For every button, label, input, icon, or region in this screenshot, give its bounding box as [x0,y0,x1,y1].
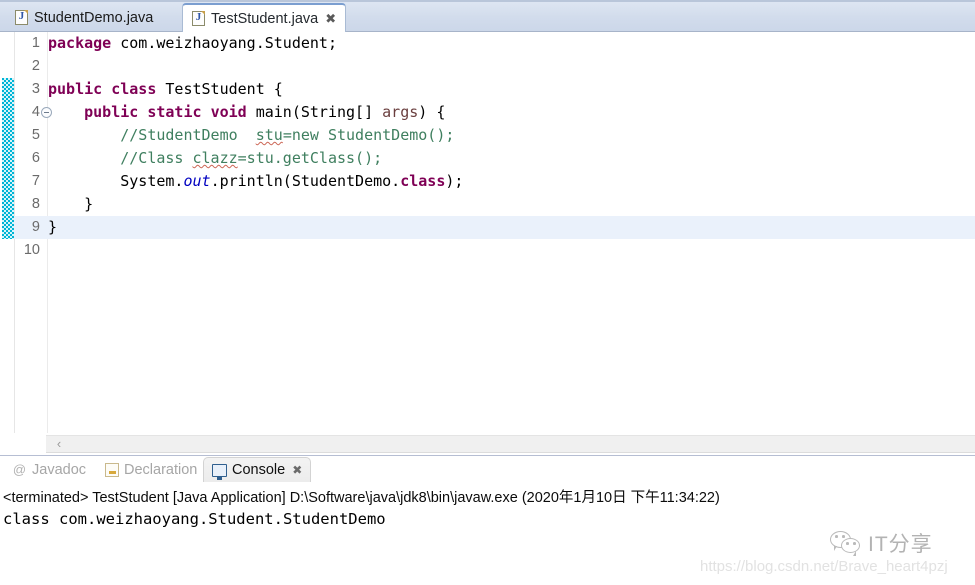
at-icon: @ [12,462,27,477]
line-content: public class TestStudent { [48,80,283,98]
console-icon [212,463,227,480]
console-output-area[interactable]: <terminated> TestStudent [Java Applicati… [0,482,975,585]
line-number: 7 [31,173,40,189]
code-line: 7 System.out.println(StudentDemo.class); [14,170,975,193]
close-icon[interactable]: ✖ [292,464,302,476]
line-content: package com.weizhaoyang.Student; [48,34,337,52]
change-bar-marker [2,78,14,239]
bottom-panel-tab-bar: @ Javadoc Declaration Console ✖ [0,456,975,482]
line-number: 3 [31,81,40,97]
tab-label: Declaration [124,461,198,478]
editor-tab-bar: StudentDemo.java TestStudent.java ✖ [0,0,975,32]
declaration-icon [105,462,119,477]
code-line: 5 //StudentDemo stu=new StudentDemo(); [14,124,975,147]
editor-tab-teststudent[interactable]: TestStudent.java ✖ [182,3,347,32]
console-process-header: <terminated> TestStudent [Java Applicati… [3,490,720,506]
close-icon[interactable]: ✖ [325,12,336,25]
line-number: 8 [31,196,40,212]
editor-tab-studentdemo[interactable]: StudentDemo.java [6,3,162,32]
line-number: 2 [31,58,40,74]
line-content: System.out.println(StudentDemo.class); [48,172,464,190]
code-line: 10 [14,239,975,262]
line-number: 10 [23,242,40,258]
java-file-icon [15,9,28,25]
scrollbar-track[interactable] [46,435,975,453]
line-number: 6 [31,150,40,166]
editor-tab-label: TestStudent.java [211,10,319,27]
editor-horizontal-scrollbar[interactable]: ‹ [0,433,975,455]
code-line: 8 } [14,193,975,216]
editor-tab-label: StudentDemo.java [34,9,154,26]
chevron-left-icon[interactable]: ‹ [52,437,66,451]
line-number: 5 [31,127,40,143]
line-content: } [48,195,94,213]
tab-label: Javadoc [32,461,87,478]
tab-label: Console [232,462,286,478]
line-number: 4 [31,104,40,120]
line-content: } [48,218,58,236]
line-content: //StudentDemo stu=new StudentDemo(); [48,126,455,144]
code-line: 6 //Class clazz=stu.getClass(); [14,147,975,170]
line-number: 9 [31,219,40,235]
change-bar-gutter [0,32,15,433]
code-line: 2 [14,55,975,78]
code-line: 3 public class TestStudent { [14,78,975,101]
code-editor[interactable]: 1 package com.weizhaoyang.Student; 2 3 p… [0,32,975,433]
line-content: //Class clazz=stu.getClass(); [48,149,383,167]
line-number: 1 [31,35,40,51]
tab-declaration[interactable]: Declaration [97,457,205,482]
code-text-area[interactable]: 1 package com.weizhaoyang.Student; 2 3 p… [14,32,975,433]
console-output-line: class com.weizhaoyang.Student.StudentDem… [3,510,386,528]
bottom-panel: @ Javadoc Declaration Console ✖ <termina… [0,456,975,585]
tab-javadoc[interactable]: @ Javadoc [4,457,94,482]
code-line: 4 public static void main(String[] args)… [14,101,975,124]
tab-console[interactable]: Console ✖ [203,457,312,482]
java-file-icon [192,10,205,26]
line-content: public static void main(String[] args) { [84,103,446,121]
code-line: 1 package com.weizhaoyang.Student; [14,32,975,55]
code-line-current: 9 } [14,216,975,239]
